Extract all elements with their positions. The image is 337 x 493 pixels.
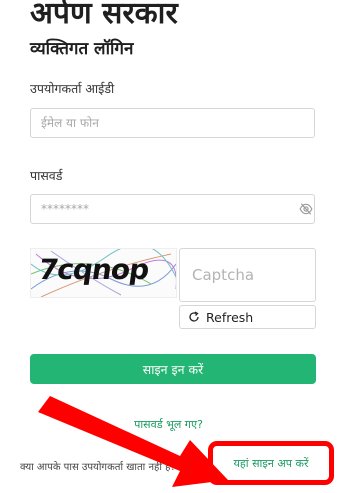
- red-arrow-annotation: [38, 396, 228, 487]
- page-subtitle: व्यक्तिगत लॉगिन: [30, 39, 134, 59]
- password-input[interactable]: [30, 194, 315, 224]
- captcha-text: 7cqnop: [36, 253, 151, 286]
- captcha-input[interactable]: [179, 248, 316, 302]
- forgot-password-link[interactable]: पासवर्ड भूल गए?: [0, 417, 337, 432]
- signup-link[interactable]: यहां साइन अप करें: [234, 456, 309, 471]
- user-id-label: उपयोगकर्ता आईडी: [30, 81, 115, 96]
- brand-title: अर्पण सरकार: [30, 0, 178, 31]
- refresh-icon: [189, 311, 199, 322]
- captcha-image: 7cqnop: [30, 248, 177, 298]
- signin-button[interactable]: साइन इन करें: [30, 354, 316, 384]
- refresh-button[interactable]: Refresh: [179, 305, 316, 329]
- user-id-input[interactable]: [30, 108, 315, 138]
- eye-slash-icon[interactable]: [299, 202, 313, 216]
- no-account-text: क्या आपके पास उपयोगकर्ता खाता नहीं है?: [20, 462, 176, 473]
- refresh-label: Refresh: [206, 309, 254, 325]
- password-label: पासवर्ड: [30, 168, 63, 183]
- signup-highlight: यहां साइन अप करें: [208, 441, 334, 485]
